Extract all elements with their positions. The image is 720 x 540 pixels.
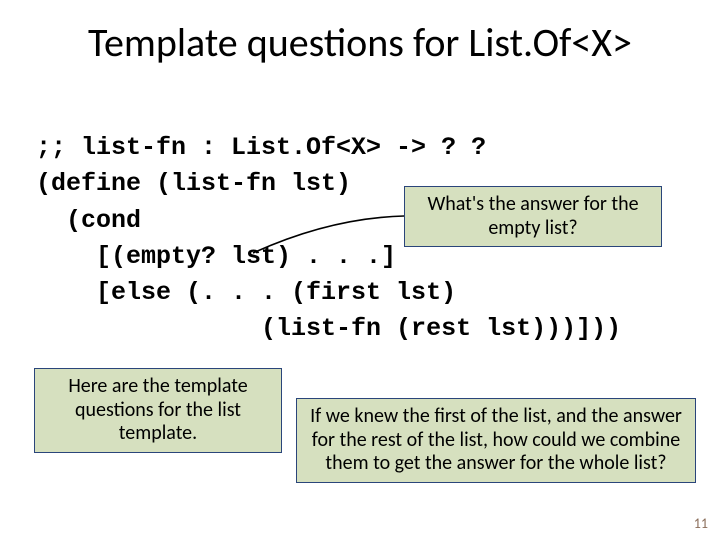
callout-empty-list: What's the answer for the empty list? <box>404 186 662 247</box>
slide-root: Template questions for List.Of<X> ;; lis… <box>0 0 720 540</box>
slide-title: Template questions for List.Of<X> <box>0 18 720 67</box>
callout-template-intro: Here are the template questions for the … <box>34 368 282 453</box>
callout-combine: If we knew the first of the list, and th… <box>296 398 696 483</box>
page-number: 11 <box>694 515 708 532</box>
